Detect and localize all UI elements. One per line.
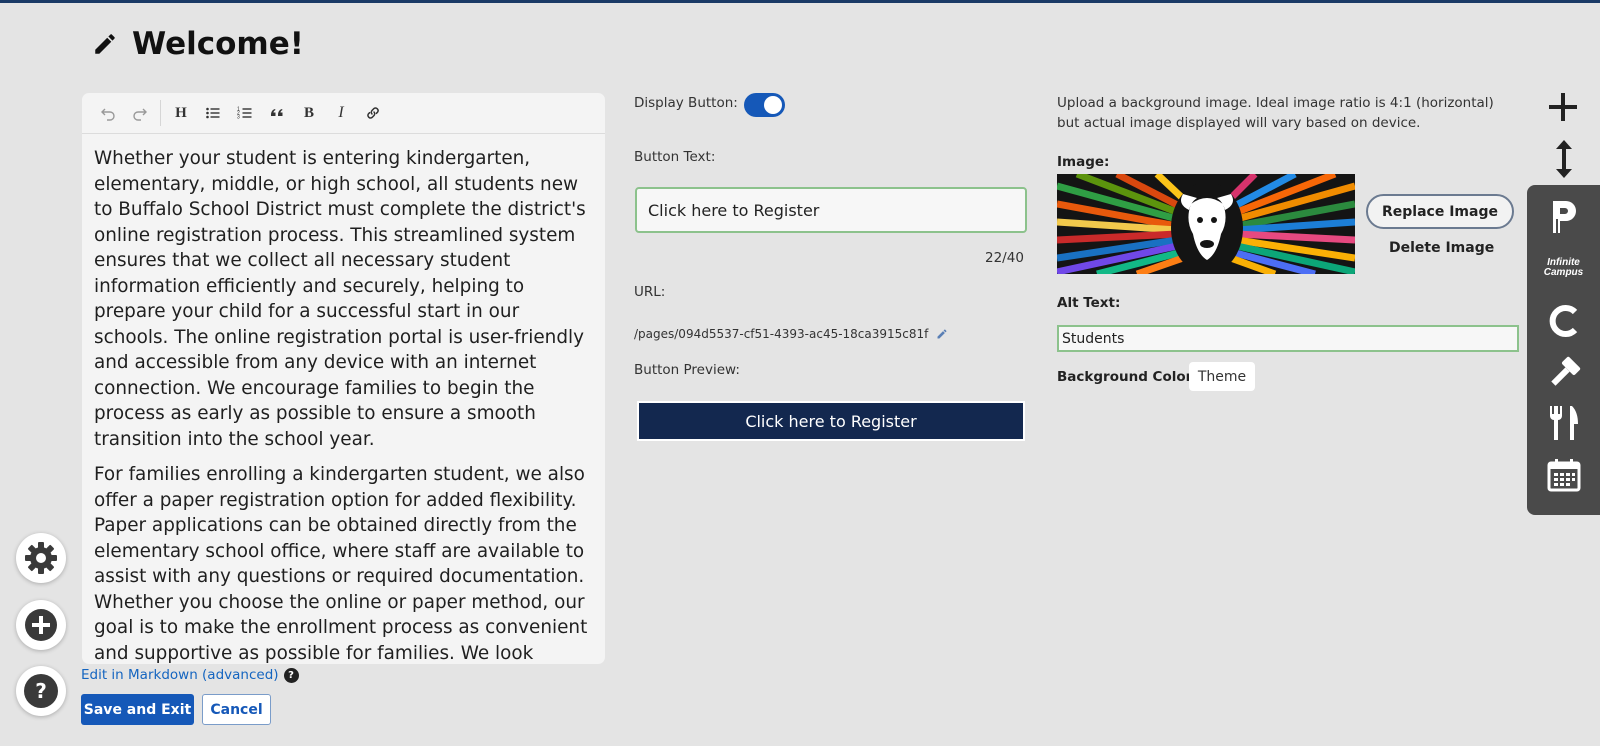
heading-button[interactable]: H bbox=[165, 98, 197, 128]
pencil-icon bbox=[95, 34, 115, 54]
gavel-icon[interactable] bbox=[1527, 353, 1600, 393]
delete-image-button[interactable]: Delete Image bbox=[1389, 240, 1494, 256]
parentsquare-icon[interactable] bbox=[1527, 197, 1600, 237]
url-label: URL: bbox=[634, 284, 666, 300]
display-button-toggle[interactable] bbox=[744, 93, 785, 117]
url-value: /pages/094d5537-cf51-4393-ac45-18ca3915c… bbox=[634, 327, 929, 341]
background-color-select[interactable]: Theme bbox=[1189, 362, 1255, 391]
gear-icon bbox=[25, 542, 57, 574]
calendar-icon[interactable] bbox=[1527, 455, 1600, 495]
alt-text-input[interactable] bbox=[1057, 325, 1519, 352]
quote-button[interactable] bbox=[261, 98, 293, 128]
cancel-button[interactable]: Cancel bbox=[202, 694, 271, 725]
image-label: Image: bbox=[1057, 154, 1110, 170]
editor-paragraph: For families enrolling a kindergarten st… bbox=[94, 464, 588, 664]
fork-knife-icon[interactable] bbox=[1527, 403, 1600, 443]
infinite-campus-line2: Campus bbox=[1543, 267, 1584, 278]
help-icon[interactable]: ? bbox=[283, 667, 299, 683]
quote-icon bbox=[271, 109, 283, 116]
numbered-list-button[interactable]: 123 bbox=[229, 98, 261, 128]
edit-markdown-label[interactable]: Edit in Markdown (advanced) bbox=[81, 667, 279, 683]
redo-button[interactable] bbox=[124, 98, 156, 128]
bullet-list-button[interactable] bbox=[197, 98, 229, 128]
alt-text-label: Alt Text: bbox=[1057, 295, 1121, 311]
add-block-button[interactable] bbox=[16, 600, 66, 650]
app-dock: Infinite Campus bbox=[1527, 185, 1600, 515]
character-counter: 22/40 bbox=[985, 250, 1024, 266]
page-title-text: Welcome! bbox=[132, 26, 304, 62]
display-button-label: Display Button: bbox=[634, 95, 738, 111]
link-icon bbox=[367, 107, 379, 119]
background-image-preview bbox=[1057, 174, 1355, 274]
bullet-list-icon bbox=[206, 107, 220, 119]
url-value-row: /pages/094d5537-cf51-4393-ac45-18ca3915c… bbox=[634, 327, 948, 341]
italic-button[interactable]: I bbox=[325, 98, 357, 128]
button-text-input[interactable] bbox=[635, 187, 1027, 233]
rich-text-editor: H 123 B I Whether your student is enteri… bbox=[82, 93, 605, 664]
vertical-arrows-icon[interactable] bbox=[1553, 138, 1575, 180]
infinite-campus-icon[interactable]: Infinite Campus bbox=[1527, 253, 1600, 283]
top-accent-bar bbox=[0, 0, 1600, 3]
button-text-label: Button Text: bbox=[634, 149, 716, 165]
editor-content[interactable]: Whether your student is entering kinderg… bbox=[82, 134, 605, 664]
undo-icon bbox=[101, 108, 115, 121]
settings-button[interactable] bbox=[16, 533, 66, 583]
undo-button[interactable] bbox=[92, 98, 124, 128]
edit-markdown-link[interactable]: Edit in Markdown (advanced) ? bbox=[81, 667, 299, 683]
button-preview-label: Button Preview: bbox=[634, 362, 740, 378]
question-icon: ? bbox=[24, 674, 58, 708]
plus-circle-icon bbox=[25, 609, 57, 641]
page-title: Welcome! bbox=[92, 26, 304, 62]
background-color-label: Background Color: bbox=[1057, 369, 1198, 385]
button-preview: Click here to Register bbox=[637, 401, 1025, 441]
numbered-list-icon: 123 bbox=[237, 107, 252, 121]
editor-toolbar: H 123 B I bbox=[82, 93, 605, 134]
bold-button[interactable]: B bbox=[293, 98, 325, 128]
plus-icon[interactable] bbox=[1546, 90, 1580, 124]
svg-text:3: 3 bbox=[237, 115, 240, 121]
colored-pencils-buffalo-image bbox=[1057, 174, 1355, 274]
help-button[interactable]: ? bbox=[16, 666, 66, 716]
redo-icon bbox=[133, 108, 147, 121]
upload-instructions: Upload a background image. Ideal image r… bbox=[1057, 95, 1494, 131]
replace-image-button[interactable]: Replace Image bbox=[1366, 194, 1514, 229]
edit-url-icon[interactable] bbox=[936, 328, 948, 340]
link-button[interactable] bbox=[357, 98, 389, 128]
save-and-exit-button[interactable]: Save and Exit bbox=[81, 694, 194, 725]
editor-paragraph: Whether your student is entering kinderg… bbox=[94, 148, 586, 450]
c-app-icon[interactable] bbox=[1527, 301, 1600, 341]
toolbar-divider bbox=[160, 100, 161, 126]
